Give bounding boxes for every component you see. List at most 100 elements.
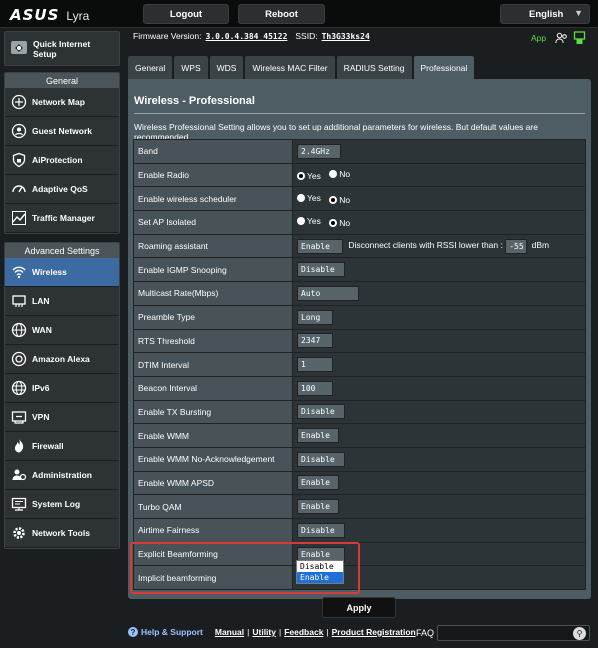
sidebar-item-ipv6[interactable]: IPv6 [5, 374, 119, 403]
sidebar-item-administration[interactable]: Administration [5, 461, 119, 490]
sidebar-item-adaptive-qos[interactable]: Adaptive QoS [5, 175, 119, 204]
multicast-rate-select[interactable]: Auto [297, 285, 359, 301]
band-select[interactable]: 2.4GHz [297, 143, 341, 159]
wmm-apsd-label: Enable WMM APSD [133, 470, 293, 496]
airtime-fairness-select[interactable]: Disable [297, 522, 345, 538]
row-band: Band 2.4GHz [133, 139, 586, 164]
turbo-qam-select[interactable]: Enable [297, 499, 339, 515]
feedback-link[interactable]: Feedback [284, 627, 323, 637]
igmp-snooping-select[interactable]: Disable [297, 262, 345, 278]
rts-threshold-input[interactable]: 2347 [297, 333, 333, 349]
row-beacon-interval: Beacon Interval 100 [133, 375, 586, 401]
preamble-type-select[interactable]: Long [297, 309, 333, 325]
professional-panel: Wireless - Professional Wireless Profess… [128, 79, 591, 599]
ssid-label: SSID: [295, 31, 318, 41]
separator: | [326, 627, 329, 637]
row-multicast-rate: Multicast Rate(Mbps) Auto [133, 281, 586, 306]
sidebar-item-vpn[interactable]: VPN [5, 403, 119, 432]
tab-general[interactable]: General [128, 56, 173, 79]
rssi-unit: dBm [531, 240, 550, 251]
footer: ? Help & Support Manual | Utility | Feedba… [128, 627, 416, 637]
tab-professional[interactable]: Professional [413, 56, 475, 79]
radio-unselected-icon [329, 170, 338, 179]
ap-isolated-no[interactable]: No [329, 218, 350, 228]
sidebar-item-label: Firewall [32, 441, 64, 451]
sidebar-item-network-tools[interactable]: Network Tools [5, 519, 119, 548]
enable-radio-no[interactable]: No [329, 169, 350, 179]
manual-link[interactable]: Manual [215, 627, 244, 637]
sidebar-item-firewall[interactable]: Firewall [5, 432, 119, 461]
sidebar-item-label: WAN [32, 325, 52, 335]
ipv6-globe-icon [9, 379, 28, 398]
separator: | [278, 627, 282, 637]
network-map-icon [9, 93, 28, 112]
product-registration-link[interactable]: Product Registration [332, 627, 416, 637]
scheduler-no[interactable]: No [329, 195, 350, 205]
gauge-icon [9, 180, 28, 199]
reboot-button[interactable]: Reboot [238, 4, 325, 24]
search-icon[interactable]: ⚲ [573, 627, 586, 640]
app-link[interactable]: App [531, 33, 546, 43]
ap-isolated-label: Set AP Isolated [133, 210, 293, 235]
rssi-text: Disconnect clients with RSSI lower than … [348, 240, 503, 251]
row-rts-threshold: RTS Threshold 2347 [133, 328, 586, 354]
users-icon[interactable] [555, 32, 568, 46]
turbo-qam-label: Turbo QAM [133, 494, 293, 519]
tab-wireless-mac-filter[interactable]: Wireless MAC Filter [245, 56, 335, 79]
rssi-input[interactable]: -55 [505, 238, 528, 254]
separator: | [247, 627, 250, 637]
row-turbo-qam: Turbo QAM Enable [133, 494, 586, 519]
wmm-apsd-select[interactable]: Enable [297, 475, 339, 491]
scheduler-yes[interactable]: Yes [297, 193, 321, 203]
quick-internet-setup-button[interactable]: Quick Internet Setup [4, 31, 120, 66]
sidebar-item-label: VPN [32, 412, 50, 422]
utility-link[interactable]: Utility [252, 627, 276, 637]
beacon-interval-input[interactable]: 100 [297, 380, 333, 396]
administration-icon [9, 466, 28, 485]
sidebar-item-traffic-manager[interactable]: Traffic Manager [5, 204, 119, 233]
ap-isolated-yes[interactable]: Yes [297, 216, 321, 226]
tx-bursting-select[interactable]: Disable [297, 404, 345, 420]
sidebar-item-network-map[interactable]: Network Map [5, 88, 119, 117]
sidebar-item-amazon-alexa[interactable]: Amazon Alexa [5, 345, 119, 374]
wmm-label: Enable WMM [133, 423, 293, 448]
ssid-link[interactable]: Th3G33ks24 [322, 32, 370, 41]
asus-logo: ASUS [10, 6, 60, 24]
sidebar-item-system-log[interactable]: System Log [5, 490, 119, 519]
sidebar-item-aiprotection[interactable]: AiProtection [5, 146, 119, 175]
apply-button[interactable]: Apply [322, 597, 396, 618]
shield-lock-icon [9, 151, 28, 170]
wmm-no-ack-select[interactable]: Disable [297, 451, 345, 467]
logout-button[interactable]: Logout [143, 4, 229, 24]
tab-wds[interactable]: WDS [209, 56, 244, 79]
radio-no-label: No [339, 194, 351, 205]
row-wmm-apsd: Enable WMM APSD Enable [133, 470, 586, 496]
wmm-select[interactable]: Enable [297, 428, 339, 444]
roaming-assistant-select[interactable]: Enable [297, 238, 343, 254]
preamble-type-label: Preamble Type [133, 304, 293, 330]
enable-radio-yes[interactable]: Yes [297, 171, 321, 181]
faq-search-input[interactable]: ⚲ [437, 625, 590, 641]
sidebar-item-label: Network Map [32, 97, 85, 107]
rts-threshold-label: RTS Threshold [133, 328, 293, 354]
row-ap-isolated: Set AP Isolated Yes No [133, 210, 586, 235]
row-wireless-scheduler: Enable wireless scheduler Yes No [133, 186, 586, 212]
language-select[interactable]: English ▼ [500, 4, 590, 24]
firmware-version-link[interactable]: 3.0.0.4.384_45122 [206, 32, 288, 41]
traffic-manager-icon [9, 209, 28, 228]
usb-status-icon[interactable] [573, 31, 586, 47]
row-dtim-interval: DTIM Interval 1 [133, 352, 586, 377]
sidebar-item-wireless[interactable]: Wireless [5, 258, 119, 287]
top-bar: ASUS Lyra Logout Reboot English ▼ [0, 0, 598, 28]
sidebar-item-lan[interactable]: LAN [5, 287, 119, 316]
system-log-icon [9, 495, 28, 514]
sidebar-item-guest-network[interactable]: Guest Network [5, 117, 119, 146]
faq-label: FAQ [416, 628, 435, 638]
sidebar-item-wan[interactable]: WAN [5, 316, 119, 345]
tab-wps[interactable]: WPS [174, 56, 208, 79]
wireless-scheduler-label: Enable wireless scheduler [133, 186, 293, 212]
tab-radius-setting[interactable]: RADIUS Setting [336, 56, 412, 79]
row-enable-radio: Enable Radio Yes No [133, 162, 586, 188]
dtim-interval-input[interactable]: 1 [297, 357, 333, 373]
help-icon: ? [128, 627, 138, 637]
